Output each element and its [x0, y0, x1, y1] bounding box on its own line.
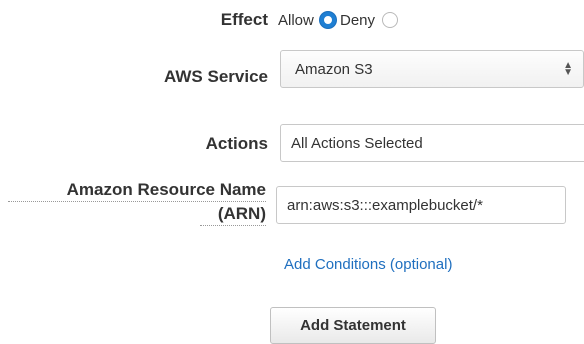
allow-radio[interactable]	[320, 12, 336, 28]
actions-field[interactable]: All Actions Selected	[280, 124, 584, 162]
effect-label: Effect	[220, 10, 268, 29]
arn-input[interactable]: arn:aws:s3:::examplebucket/*	[276, 186, 566, 224]
select-arrows-icon: ▲ ▼	[563, 60, 573, 78]
aws-service-value: Amazon S3	[295, 60, 373, 78]
deny-radio[interactable]	[382, 12, 398, 28]
aws-service-label: AWS Service	[164, 67, 268, 86]
aws-service-select[interactable]: Amazon S3 ▲ ▼	[280, 50, 584, 88]
add-statement-button[interactable]: Add Statement	[270, 307, 436, 344]
arn-value: arn:aws:s3:::examplebucket/*	[287, 196, 483, 214]
arn-label-line2: (ARN)	[200, 204, 266, 226]
deny-option-label[interactable]: Deny	[340, 12, 375, 29]
arn-label-line1: Amazon Resource Name	[8, 180, 266, 202]
actions-value: All Actions Selected	[291, 134, 423, 152]
add-conditions-link[interactable]: Add Conditions (optional)	[284, 256, 452, 273]
actions-label: Actions	[205, 134, 268, 153]
allow-option-label[interactable]: Allow	[278, 12, 314, 29]
